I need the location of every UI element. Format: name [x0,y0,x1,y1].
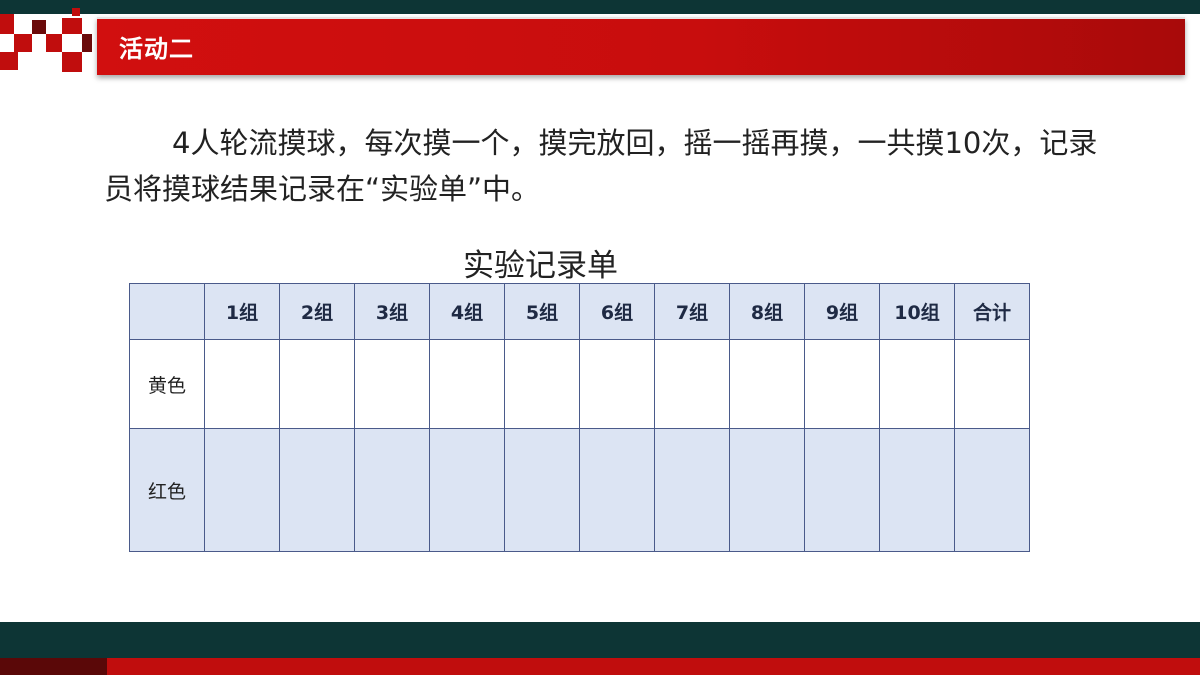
column-header: 2组 [279,283,355,340]
table-cell [804,339,880,429]
column-header: 10组 [879,283,955,340]
table-cell [954,428,1030,552]
column-header: 3组 [354,283,430,340]
column-header: 8组 [729,283,805,340]
table-cell [279,339,355,429]
table-cell [954,339,1030,429]
table-row-red: 红色 [129,428,1030,552]
title-bar: 活动二 [97,17,1185,75]
column-header: 5组 [504,283,580,340]
table-cell [504,339,580,429]
bottom-dark-strip [0,658,107,675]
table-cell [204,339,280,429]
table-cell [504,428,580,552]
column-header: 1组 [204,283,280,340]
row-label-red: 红色 [129,428,205,552]
bottom-red-strip [107,658,1200,675]
table-cell [729,339,805,429]
table-cell [279,428,355,552]
column-header: 6组 [579,283,655,340]
table-cell [579,339,655,429]
slide-title: 活动二 [119,35,194,63]
table-cell [729,428,805,552]
table-cell [354,428,430,552]
table-cell [429,428,505,552]
top-decoration-strip [0,0,1200,14]
table-cell [204,428,280,552]
bottom-decoration-band [0,622,1200,658]
column-header: 4组 [429,283,505,340]
table-cell [879,428,955,552]
table-header-row: 1组 2组 3组 4组 5组 6组 7组 8组 9组 10组 合计 [129,283,1030,340]
table-cell [354,339,430,429]
table-row-yellow: 黄色 [129,339,1030,429]
table-title: 实验记录单 [463,248,618,284]
instruction-paragraph: 4人轮流摸球，每次摸一个，摸完放回，摇一摇再摸，一共摸10次，记录员将摸球结果记… [104,126,1098,206]
table-cell [579,428,655,552]
column-header: 合计 [954,283,1030,340]
table-cell [804,428,880,552]
table-cell [654,428,730,552]
table-corner-cell [129,283,205,340]
column-header: 9组 [804,283,880,340]
row-label-yellow: 黄色 [129,339,205,429]
table-cell [879,339,955,429]
record-table: 1组 2组 3组 4组 5组 6组 7组 8组 9组 10组 合计 黄色 红色 [129,283,1030,552]
table-cell [429,339,505,429]
table-cell [654,339,730,429]
column-header: 7组 [654,283,730,340]
